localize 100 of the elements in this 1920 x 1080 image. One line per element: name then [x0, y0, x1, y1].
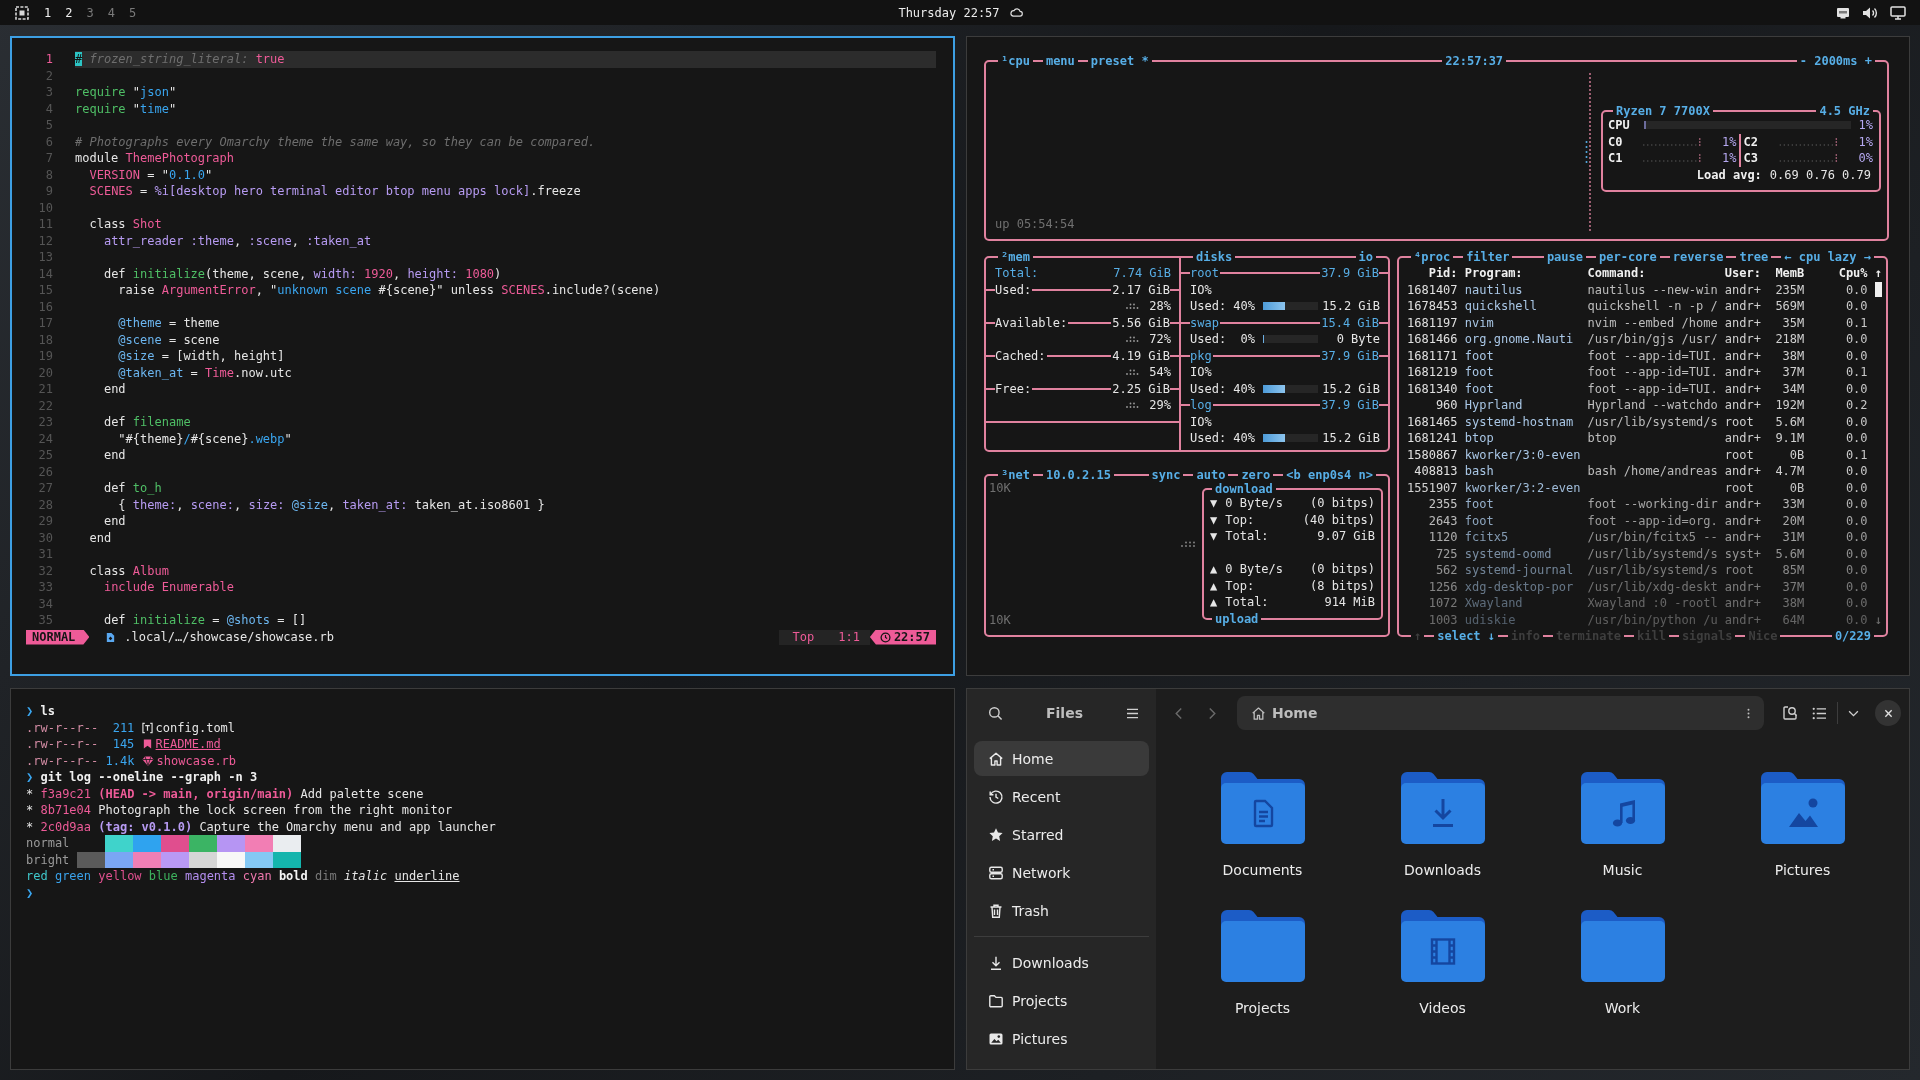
clock-time: 22:57 [893, 629, 930, 645]
memory-label: Used: [995, 281, 1032, 298]
workspace-button[interactable]: 4 [107, 4, 115, 21]
prompt-symbol: ❯ [26, 884, 34, 901]
commit-refs: (tag: v0.1.0) [98, 818, 193, 835]
workspace-button[interactable]: 1 [44, 4, 52, 21]
memory-value: 5.56 GiB [1112, 314, 1170, 331]
cloud-icon[interactable] [1009, 8, 1023, 17]
line-number: 24 [37, 430, 53, 447]
folder-item[interactable]: Downloads [1352, 772, 1533, 879]
table-cell-text: 5.6M [1774, 545, 1805, 562]
table-cell: 1681340 [1407, 380, 1458, 397]
table-cell-text: 1003 [1427, 611, 1458, 628]
table-cell: /usr/lib/systemd/s [1587, 413, 1718, 430]
table-cell: 1681219 [1407, 364, 1458, 381]
workspace-button[interactable]: 3 [86, 4, 94, 21]
panel-tab[interactable]: preset * [1087, 53, 1152, 69]
traffic-label: Total: [1225, 594, 1269, 611]
square-logo-icon[interactable] [15, 5, 29, 20]
home-icon [988, 750, 1004, 767]
panel-tab[interactable]: ¹cpu [998, 53, 1033, 69]
prompt-symbol: ❯ [26, 769, 34, 786]
column-header[interactable]: Pid: [1407, 265, 1458, 282]
table-cell-text: 0.0 [1844, 529, 1868, 546]
table-cell-text: btop [1464, 430, 1495, 447]
cpu-model: Ryzen 7 7700X [1613, 103, 1713, 119]
date-time[interactable]: Thursday 22:57 [898, 5, 1000, 20]
traffic-label: 0 Byte/s [1225, 495, 1284, 512]
scroll-down-arrow[interactable]: ↓ [1874, 611, 1882, 628]
folder-item[interactable]: Pictures [1712, 772, 1893, 879]
style-sample: green [54, 868, 92, 885]
star-icon [988, 826, 1004, 843]
folder-item[interactable]: Documents [1172, 772, 1353, 879]
code-line: require "json" [75, 84, 177, 101]
table-cell: andr+ [1724, 611, 1761, 628]
close-icon [1883, 708, 1893, 718]
sidebar-item[interactable]: Trash [974, 893, 1149, 928]
disk-usage: Used: 40% [1190, 298, 1256, 315]
table-cell-text: 569M [1774, 298, 1805, 315]
sidebar-item[interactable]: Home [974, 741, 1149, 776]
sidebar-item[interactable]: Projects [974, 983, 1149, 1018]
scroll-up-arrow[interactable]: ↑ [1874, 265, 1882, 282]
column-header[interactable]: User: [1724, 265, 1761, 282]
table-cell: bash /home/andreas [1587, 463, 1718, 480]
table-cell: /usr/lib/xdg-deskt [1587, 578, 1718, 595]
disk-name: log [1190, 397, 1212, 414]
style-sample: red [26, 868, 48, 885]
interface-selector[interactable]: <b enp0s4 n> [1283, 467, 1376, 483]
table-cell-text: 5.6M [1774, 413, 1805, 430]
file-name: showcase.rb [156, 752, 237, 769]
core-label: C2 [1743, 133, 1758, 150]
table-cell-text: root [1724, 446, 1755, 463]
path-bar[interactable]: Home [1237, 696, 1764, 730]
table-cell-text: 0.0 [1844, 281, 1868, 298]
sidebar-item[interactable]: Starred [974, 817, 1149, 852]
workspace-button[interactable]: 5 [128, 4, 137, 21]
workspace-button[interactable]: 2 [65, 4, 73, 21]
column-header[interactable]: MemB [1768, 265, 1805, 282]
folder-item[interactable]: Videos [1352, 910, 1533, 1017]
sidebar-item[interactable]: Recent [974, 779, 1149, 814]
sidebar-item[interactable]: Network [974, 855, 1149, 890]
folder-item[interactable]: Projects [1172, 910, 1353, 1017]
table-cell: andr+ [1724, 314, 1761, 331]
scrollbar-thumb[interactable] [1874, 282, 1882, 298]
table-cell: andr+ [1724, 347, 1761, 364]
table-cell: foot --working-dir [1587, 496, 1718, 513]
sidebar-item[interactable]: Downloads [974, 945, 1149, 980]
table-cell: andr+ [1724, 430, 1761, 447]
disk-name: root [1190, 265, 1219, 282]
code-line: { theme:, scene:, size: @size, taken_at: taken_at.iso8601 } [118, 496, 545, 513]
table-cell-text: org.gnome.Nauti [1464, 331, 1575, 348]
code-line: attr_reader :theme, :scene, :taken_at [103, 232, 372, 249]
folder-item[interactable]: Work [1532, 910, 1713, 1017]
chevron-left-icon [1173, 706, 1183, 720]
trash-icon [988, 902, 1004, 919]
sort-selector[interactable]: ← cpu lazy → [1781, 249, 1874, 265]
table-cell: foot --app-id=org. [1587, 512, 1718, 529]
column-header[interactable]: Cpu% [1838, 265, 1868, 282]
traffic-label: 0 Byte/s [1225, 561, 1284, 578]
table-cell-text: 192M [1774, 397, 1805, 414]
sidebar-item[interactable]: Pictures [974, 1021, 1149, 1056]
volume-icon[interactable] [1862, 5, 1878, 20]
line-number: 3 [44, 84, 53, 101]
table-cell: foot --app-id=TUI. [1587, 347, 1718, 364]
panel-tab[interactable]: ⁴proc [1411, 249, 1454, 265]
table-cell-text: 0.0 [1844, 347, 1868, 364]
disk-name: swap [1190, 314, 1219, 331]
table-cell-text: root [1724, 413, 1755, 430]
ethernet-icon[interactable] [1836, 6, 1850, 19]
close-button[interactable] [1875, 700, 1901, 726]
cpu-percent: 1% [1858, 117, 1873, 134]
table-cell-text: 35M [1781, 314, 1805, 331]
monitor-icon[interactable] [1890, 5, 1906, 20]
column-header[interactable]: Program: [1464, 265, 1581, 282]
column-header[interactable]: Command: [1587, 265, 1718, 282]
core-percent: 1% [1722, 150, 1737, 167]
table-cell-text: 0.0 [1844, 430, 1868, 447]
code-line: def initialize(theme, scene, width: 1920, height: 1080) [103, 265, 502, 282]
folder-item[interactable]: Music [1532, 772, 1713, 879]
core-percent: 0% [1858, 150, 1873, 167]
